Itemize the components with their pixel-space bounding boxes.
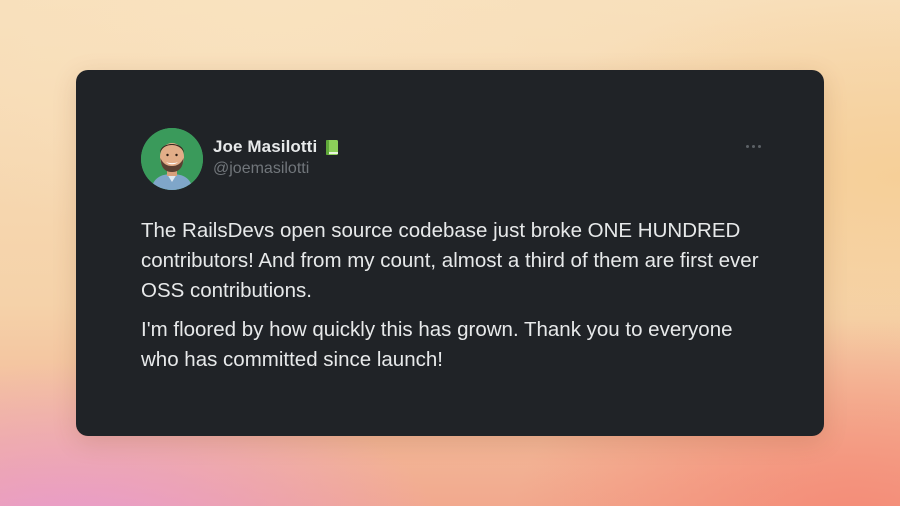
tweet-paragraph: I'm floored by how quickly this has grow… [141, 318, 733, 371]
tweet-text: The RailsDevs open source codebase just … [141, 216, 761, 384]
more-dot [745, 144, 749, 148]
tweet-card: Joe Masilotti @joemasilotti The RailsDev… [76, 70, 824, 436]
author-handle[interactable]: @joemasilotti [213, 160, 309, 178]
green-book-icon [325, 139, 339, 156]
more-dot [751, 144, 755, 148]
more-dot [757, 144, 761, 148]
avatar[interactable] [141, 128, 203, 190]
author-name-row: Joe Masilotti [213, 136, 339, 158]
tweet-paragraph: The RailsDevs open source codebase just … [141, 219, 759, 302]
avatar-image [141, 128, 203, 190]
author-name[interactable]: Joe Masilotti [213, 137, 317, 157]
more-options-icon[interactable] [740, 138, 766, 154]
